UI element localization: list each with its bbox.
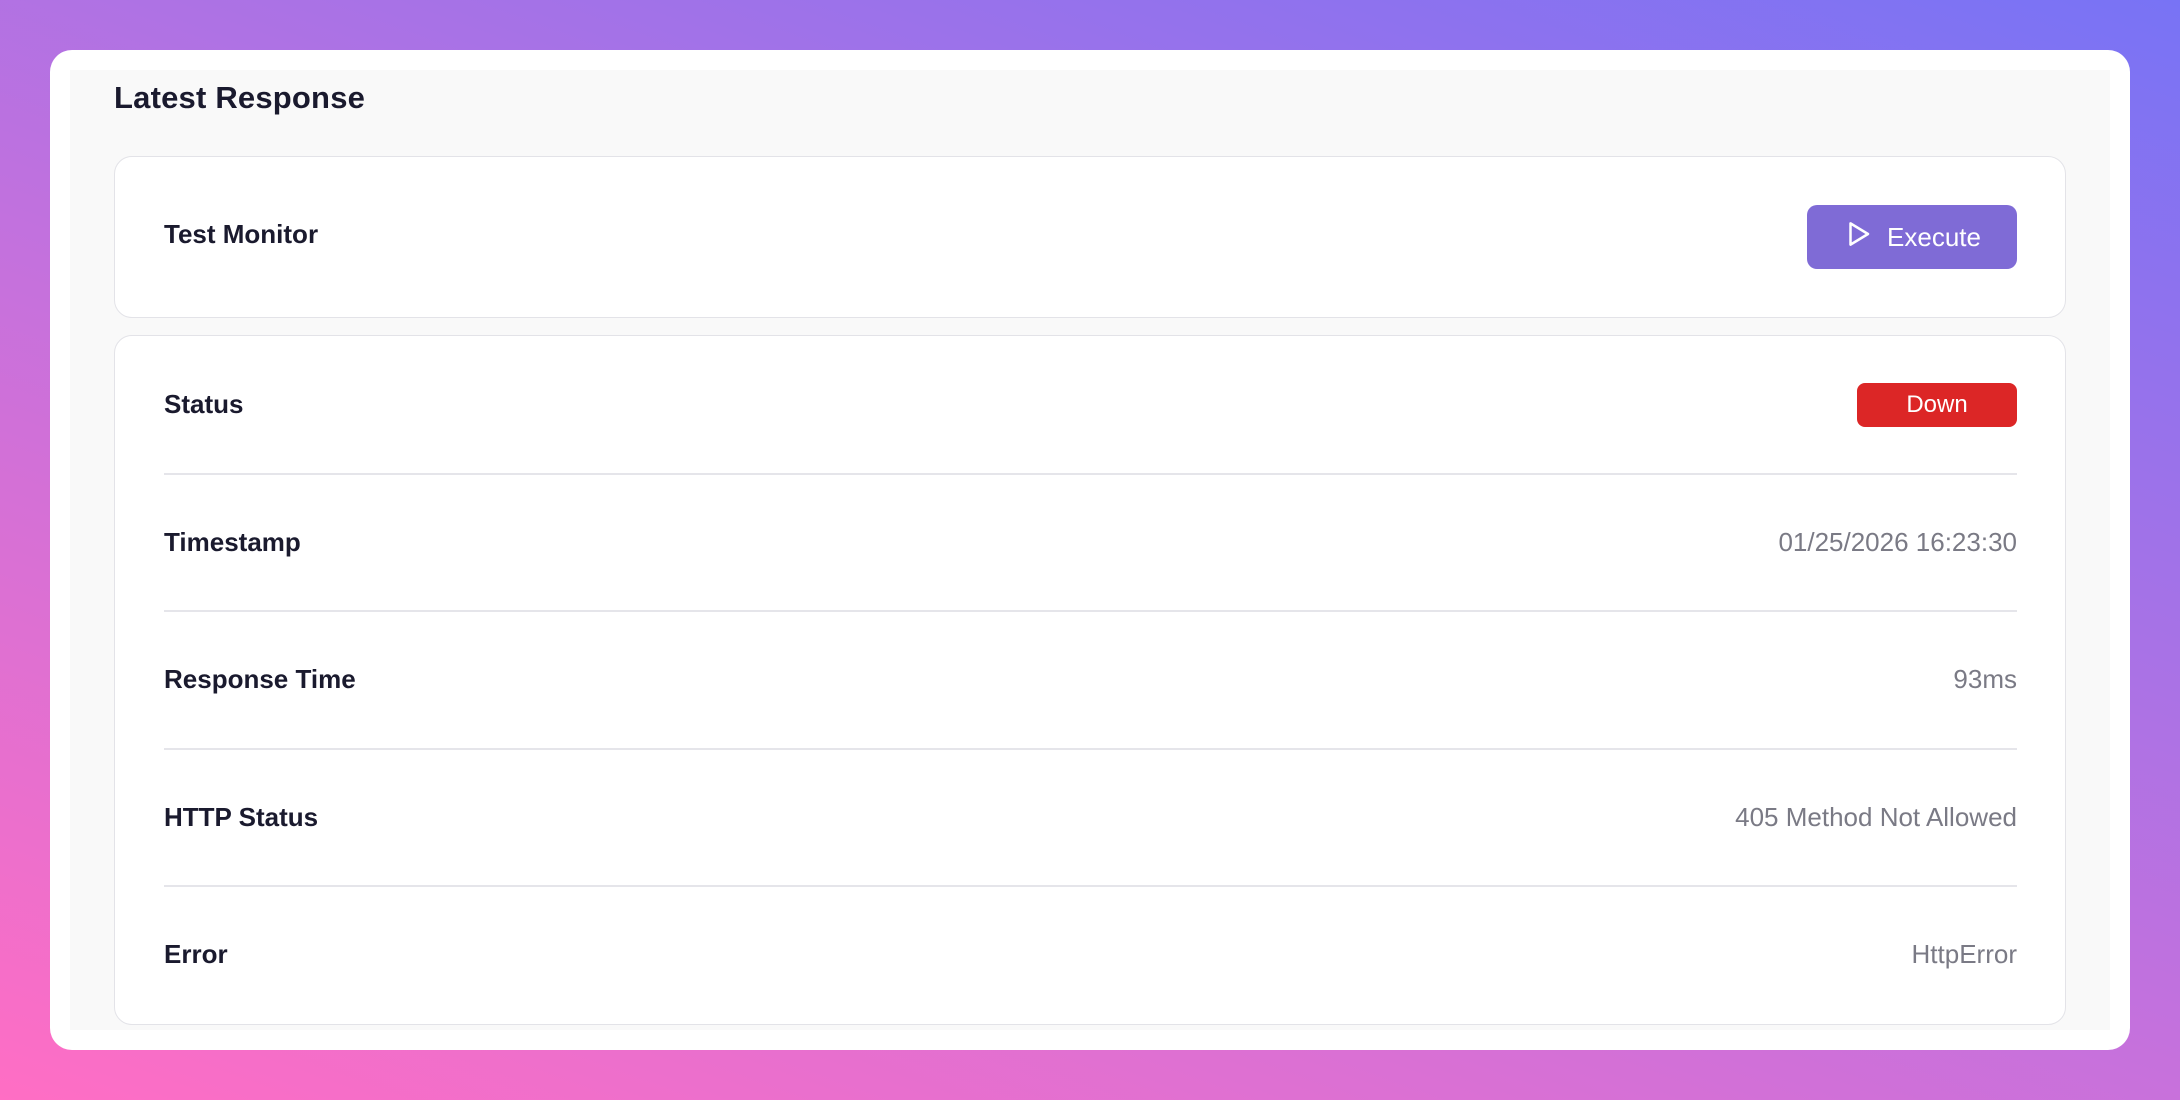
execute-button-label: Execute (1887, 221, 1981, 252)
http-status-value: 405 Method Not Allowed (1735, 802, 2017, 832)
latest-response-panel: Latest Response Test Monitor Execute Sta… (70, 70, 2110, 1030)
http-status-label: HTTP Status (164, 802, 319, 832)
detail-row-timestamp: Timestamp 01/25/2026 16:23:30 (164, 474, 2017, 611)
app-window: Latest Response Test Monitor Execute Sta… (50, 50, 2130, 1050)
response-time-value: 93ms (1953, 664, 2017, 694)
monitor-name: Test Monitor (164, 219, 319, 249)
detail-row-status: Status Down (164, 336, 2017, 473)
play-icon (1843, 219, 1873, 256)
timestamp-value: 01/25/2026 16:23:30 (1778, 527, 2017, 557)
execute-button[interactable]: Execute (1807, 205, 2017, 269)
detail-row-http-status: HTTP Status 405 Method Not Allowed (164, 749, 2017, 886)
status-badge: Down (1857, 382, 2017, 427)
response-details-card: Status Down Timestamp 01/25/2026 16:23:3… (114, 335, 2066, 1025)
error-label: Error (164, 939, 228, 969)
monitor-card: Test Monitor Execute (114, 156, 2066, 318)
error-value: HttpError (1911, 939, 2017, 969)
timestamp-label: Timestamp (164, 527, 301, 557)
status-label: Status (164, 389, 244, 419)
response-time-label: Response Time (164, 664, 356, 694)
detail-row-response-time: Response Time 93ms (164, 611, 2017, 748)
detail-row-error: Error HttpError (164, 886, 2017, 1023)
section-title: Latest Response (114, 80, 366, 115)
